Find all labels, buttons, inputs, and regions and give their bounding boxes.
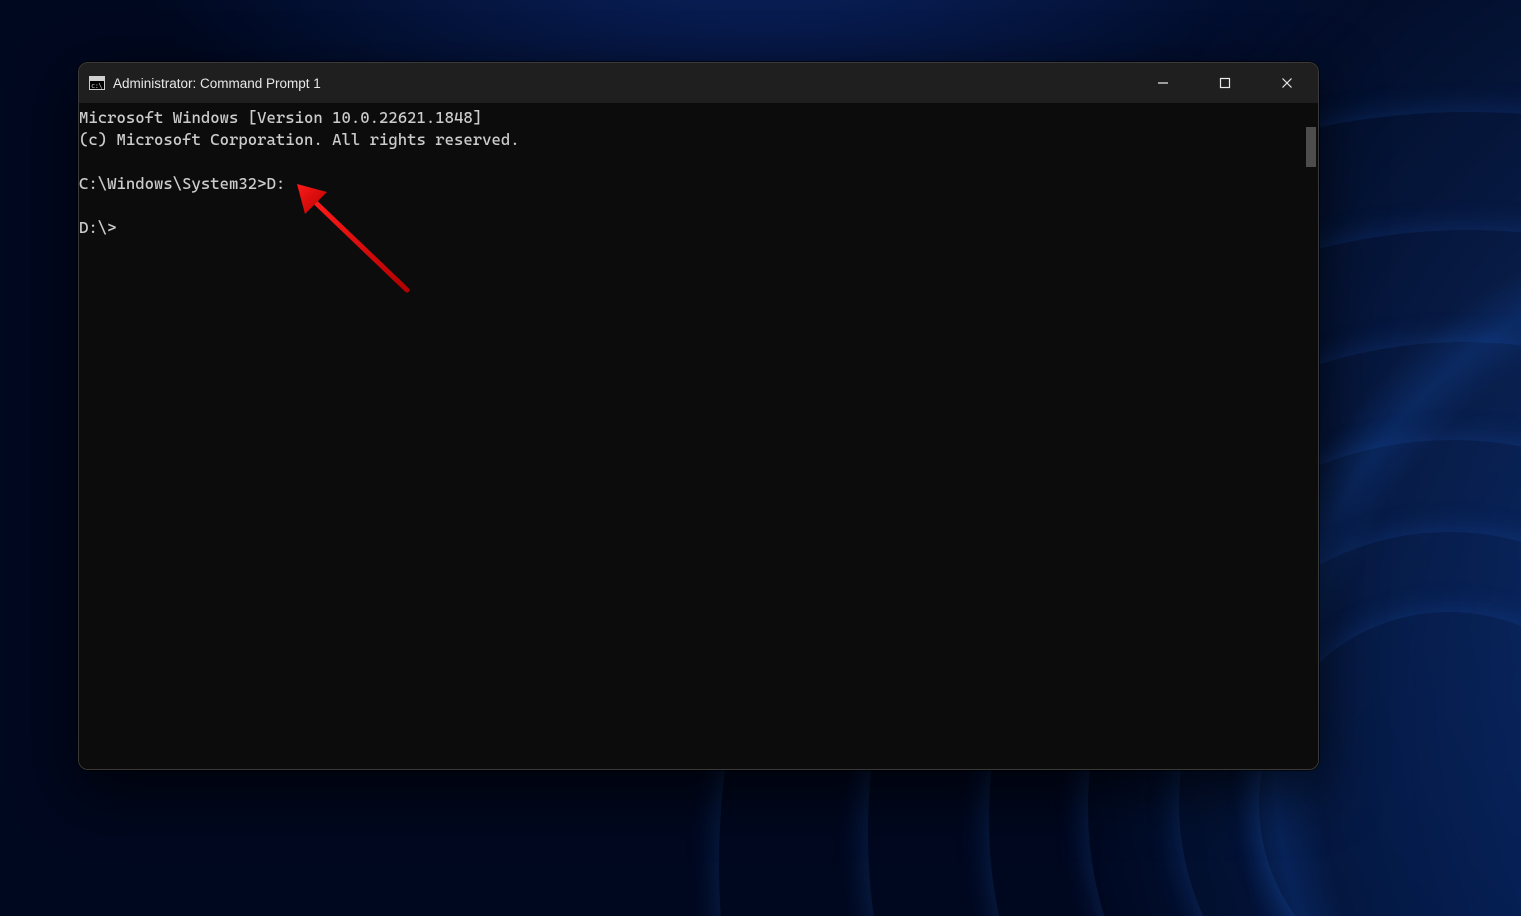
desktop-wallpaper: Administrator: Command Prompt 1 (0, 0, 1521, 916)
scrollbar-track[interactable] (1301, 103, 1318, 769)
window-titlebar[interactable]: Administrator: Command Prompt 1 (79, 63, 1318, 103)
terminal-text: Microsoft Windows [Version 10.0.22621.18… (79, 103, 520, 239)
maximize-button[interactable] (1194, 63, 1256, 103)
terminal-output-area[interactable]: Microsoft Windows [Version 10.0.22621.18… (79, 103, 1318, 769)
command-prompt-icon (89, 76, 105, 90)
scrollbar-thumb[interactable] (1306, 127, 1316, 167)
command-prompt-window: Administrator: Command Prompt 1 (78, 62, 1319, 770)
minimize-button[interactable] (1132, 63, 1194, 103)
close-button[interactable] (1256, 63, 1318, 103)
window-title: Administrator: Command Prompt 1 (113, 76, 321, 91)
